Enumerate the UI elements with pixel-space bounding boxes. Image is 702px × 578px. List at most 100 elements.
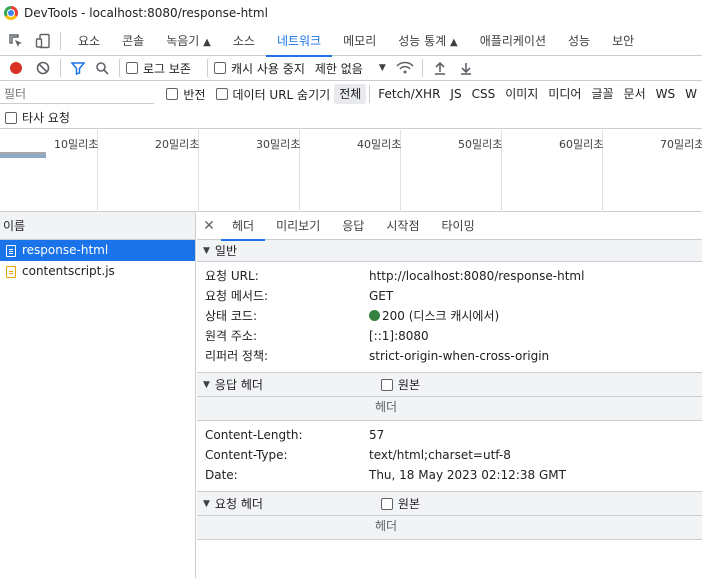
export-har-icon[interactable] — [455, 57, 477, 79]
preserve-log-checkbox[interactable]: 로그 보존 — [126, 60, 191, 77]
requests-panel: 이름 response-html contentscript.js — [0, 212, 196, 578]
row-value: text/html;charset=utf-8 — [369, 448, 511, 462]
tab-application[interactable]: 애플리케이션 — [469, 26, 557, 56]
filter-input[interactable] — [0, 84, 155, 104]
expand-triangle-icon: ▼ — [203, 245, 210, 256]
section-title: 일반 — [214, 243, 238, 258]
row-key: 리퍼러 정책: — [205, 349, 269, 363]
network-conditions-icon[interactable] — [394, 57, 416, 79]
response-headers-header[interactable]: ▼ 응답 헤더 원본 — [197, 373, 702, 397]
filter-type-ws[interactable]: WS — [651, 84, 680, 104]
name-column-header[interactable]: 이름 — [0, 212, 195, 240]
divider — [60, 31, 61, 50]
response-headers-section: ▼ 응답 헤더 원본 헤더 Content-Length: 57 Content-… — [197, 373, 702, 492]
checkbox-box[interactable] — [126, 62, 138, 74]
tab-headers[interactable]: 헤더 — [221, 212, 266, 241]
filter-type-doc[interactable]: 문서 — [619, 84, 651, 104]
section-title: 응답 헤더 — [214, 377, 263, 392]
timeline-tick-label: 30밀리초 — [256, 138, 301, 151]
row-value: 57 — [369, 428, 385, 442]
tab-network[interactable]: 네트워크 — [265, 26, 333, 57]
filter-type-img[interactable]: 이미지 — [500, 84, 543, 104]
flask-icon: ▲ — [450, 36, 458, 48]
tab-memory[interactable]: 메모리 — [332, 26, 387, 56]
tab-elements[interactable]: 요소 — [67, 26, 111, 56]
checkbox-box[interactable] — [166, 88, 179, 100]
section-title: 요청 헤더 — [214, 496, 263, 511]
filter-icon[interactable] — [67, 57, 89, 79]
expand-triangle-icon: ▼ — [203, 498, 210, 509]
timeline-tick-label: 40밀리초 — [357, 138, 402, 151]
dropdown-arrow-icon: ▼ — [378, 63, 386, 73]
general-row-remote: 원격 주소: [::1]:8080 — [197, 326, 702, 346]
checkbox-box[interactable] — [5, 111, 17, 124]
disable-cache-checkbox[interactable]: 캐시 사용 중지 — [213, 60, 305, 77]
request-details-panel: ✕ 헤더 미리보기 응답 시작점 타이밍 ▼ 일반 요청 URL: http://… — [197, 212, 702, 578]
status-ok-icon — [369, 310, 380, 321]
tab-sources[interactable]: 소스 — [222, 26, 266, 56]
checkbox-box[interactable] — [213, 62, 226, 74]
request-row-contentscript[interactable]: contentscript.js — [0, 261, 195, 282]
raw-checkbox[interactable]: 원본 — [380, 493, 420, 515]
invert-checkbox[interactable]: 반전 — [166, 86, 206, 103]
third-party-checkbox[interactable]: 타사 요청 — [5, 109, 70, 126]
general-row-url: 요청 URL: http://localhost:8080/response-ht… — [197, 266, 702, 286]
tab-performance-insights-label: 성능 통계 — [398, 33, 447, 48]
throttle-select[interactable]: 제한 없음 ▼ — [315, 60, 386, 77]
tab-timing[interactable]: 타이밍 — [430, 212, 485, 240]
device-toolbar-icon[interactable] — [32, 30, 54, 52]
tab-recorder[interactable]: 녹음기 ▲ — [155, 26, 222, 56]
tab-preview[interactable]: 미리보기 — [265, 212, 331, 240]
close-icon[interactable]: ✕ — [197, 218, 221, 234]
raw-checkbox[interactable]: 원본 — [380, 374, 420, 396]
general-section: ▼ 일반 요청 URL: http://localhost:8080/respon… — [197, 240, 702, 373]
document-icon — [6, 244, 16, 257]
row-key: Content-Type: — [205, 448, 288, 462]
divider — [369, 85, 371, 103]
disable-cache-label: 캐시 사용 중지 — [230, 61, 305, 76]
search-icon[interactable] — [91, 57, 113, 79]
tab-performance[interactable]: 성능 — [557, 26, 601, 56]
row-key: 상태 코드: — [205, 309, 258, 323]
filter-type-js[interactable]: JS — [445, 84, 466, 104]
tab-console[interactable]: 콘솔 — [111, 26, 155, 56]
filter-type-all[interactable]: 전체 — [334, 84, 367, 104]
filter-type-css[interactable]: CSS — [467, 84, 501, 104]
filter-type-font[interactable]: 글꼴 — [586, 84, 618, 104]
general-row-method: 요청 메서드: GET — [197, 286, 702, 306]
timeline-tick-label: 60밀리초 — [559, 138, 604, 151]
checkbox-box[interactable] — [215, 88, 228, 100]
preserve-log-label: 로그 보존 — [143, 61, 191, 76]
response-header-row: Date: Thu, 18 May 2023 02:12:38 GMT — [197, 465, 702, 485]
expand-triangle-icon: ▼ — [203, 379, 210, 390]
inspect-element-icon[interactable] — [5, 30, 27, 52]
record-icon[interactable] — [5, 57, 27, 79]
divider — [206, 59, 208, 77]
checkbox-box[interactable] — [380, 497, 393, 510]
filter-type-wasm[interactable]: W — [680, 84, 702, 104]
hide-data-urls-checkbox[interactable]: 데이터 URL 숨기기 — [215, 86, 330, 103]
request-headers-section: ▼ 요청 헤더 원본 헤더 — [197, 492, 702, 540]
response-header-row: Content-Type: text/html;charset=utf-8 — [197, 445, 702, 465]
filter-type-fetch-xhr[interactable]: Fetch/XHR — [373, 84, 445, 104]
filter-type-media[interactable]: 미디어 — [543, 84, 586, 104]
general-section-header[interactable]: ▼ 일반 — [197, 240, 702, 262]
import-har-icon[interactable] — [429, 57, 451, 79]
clear-icon[interactable] — [32, 57, 54, 79]
checkbox-box[interactable] — [380, 378, 393, 391]
tab-performance-insights[interactable]: 성능 통계 ▲ — [387, 26, 469, 56]
tab-security[interactable]: 보안 — [601, 26, 645, 56]
timeline-overview[interactable]: 10밀리초 20밀리초 30밀리초 40밀리초 50밀리초 60밀리초 70밀리… — [0, 130, 702, 212]
tab-initiator[interactable]: 시작점 — [375, 212, 430, 240]
window-titlebar: DevTools - localhost:8080/response-html — [0, 0, 702, 26]
timeline-tick-label: 10밀리초 — [54, 138, 99, 151]
chrome-logo-icon — [4, 6, 18, 20]
general-row-status: 상태 코드: 200 (디스크 캐시에서) — [197, 306, 702, 326]
row-key: 요청 URL: — [205, 269, 259, 283]
row-key: Date: — [205, 468, 238, 482]
detail-tab-bar: ✕ 헤더 미리보기 응답 시작점 타이밍 — [197, 212, 702, 241]
request-row-response-html[interactable]: response-html — [0, 240, 195, 261]
tab-response[interactable]: 응답 — [331, 212, 375, 240]
timeline-request-bar — [0, 152, 46, 158]
request-headers-header[interactable]: ▼ 요청 헤더 원본 — [197, 492, 702, 516]
